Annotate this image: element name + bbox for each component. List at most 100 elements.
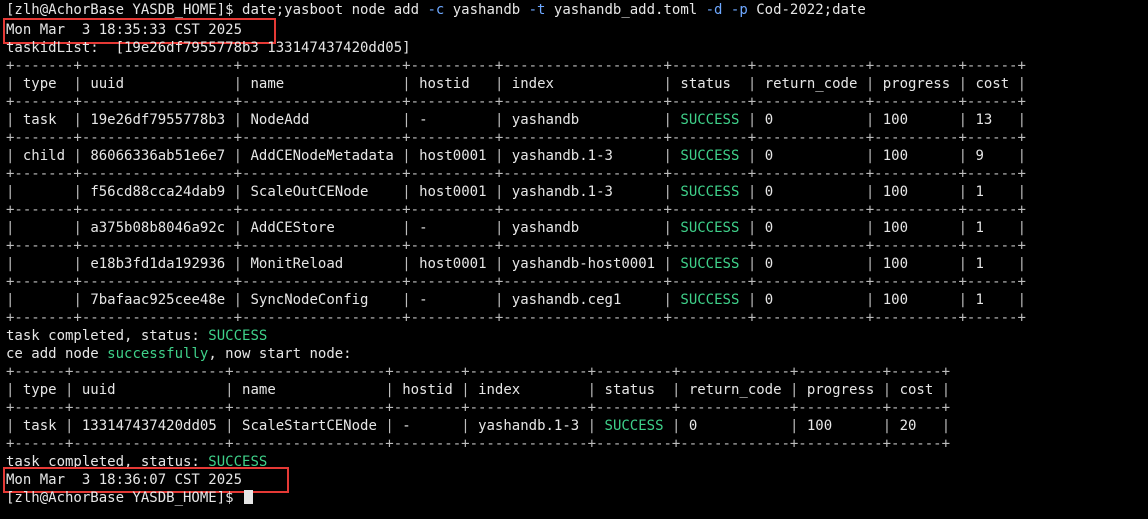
end-date: Mon Mar 3 18:36:07 CST 2025 bbox=[6, 472, 243, 488]
table-border: +------+------------------+-------------… bbox=[6, 400, 951, 416]
cell-name: NodeAdd bbox=[242, 112, 403, 128]
table-border: +-------+------------------+------------… bbox=[6, 166, 1026, 182]
header-hostid: hostid bbox=[410, 76, 495, 92]
column-separator: | bbox=[663, 256, 672, 272]
cell-name: SyncNodeConfig bbox=[242, 292, 403, 308]
column-separator: | bbox=[402, 220, 411, 236]
cell-return-code: 0 bbox=[756, 292, 866, 308]
cell-return-code: 0 bbox=[756, 184, 866, 200]
cell-cost: 20 bbox=[891, 418, 942, 434]
table-row: | | f56cd88cca24dab9 | ScaleOutCENode | … bbox=[6, 184, 1026, 200]
cell-uuid: 133147437420dd05 bbox=[73, 418, 226, 434]
cell-return-code: 0 bbox=[756, 220, 866, 236]
cell-hostid: - bbox=[410, 292, 495, 308]
cell-return-code: 0 bbox=[756, 112, 866, 128]
status-success: SUCCESS bbox=[208, 328, 268, 344]
column-separator: | bbox=[1017, 76, 1027, 92]
cell-status: SUCCESS bbox=[671, 148, 748, 164]
cell-index: yashandb.1-3 bbox=[469, 418, 588, 434]
cursor bbox=[244, 490, 254, 504]
table-border: +-------+------------------+------------… bbox=[6, 238, 1026, 254]
cell-type: task bbox=[14, 112, 74, 128]
column-separator: | bbox=[1017, 112, 1027, 128]
cell-type bbox=[14, 292, 73, 308]
cell-status: SUCCESS bbox=[671, 256, 748, 272]
cell-status: SUCCESS bbox=[671, 184, 748, 200]
cell-uuid: 86066336ab51e6e7 bbox=[81, 148, 234, 164]
cell-type: task bbox=[14, 418, 66, 434]
table-border: +-------+------------------+------------… bbox=[6, 58, 1026, 74]
column-separator: | bbox=[233, 292, 243, 308]
column-separator: | bbox=[402, 76, 411, 92]
table-header-row: | type | uuid | name | hostid | index | … bbox=[6, 76, 1026, 92]
column-separator: | bbox=[1017, 256, 1027, 272]
column-separator: | bbox=[587, 418, 597, 434]
table-border: +-------+------------------+------------… bbox=[6, 202, 1026, 218]
cell-hostid: - bbox=[410, 112, 495, 128]
header-type: type bbox=[14, 382, 66, 398]
start-date: Mon Mar 3 18:35:33 CST 2025 bbox=[6, 22, 243, 38]
column-separator: | bbox=[958, 256, 968, 272]
cell-name: ScaleOutCENode bbox=[242, 184, 403, 200]
column-separator: | bbox=[1017, 184, 1027, 200]
column-separator: | bbox=[747, 76, 757, 92]
cell-uuid: 19e26df7955778b3 bbox=[81, 112, 234, 128]
cell-cost: 1 bbox=[967, 184, 1018, 200]
cell-hostid: - bbox=[410, 220, 495, 236]
status-success: SUCCESS bbox=[208, 454, 268, 470]
column-separator: | bbox=[73, 112, 82, 128]
cell-return-code: 0 bbox=[756, 256, 866, 272]
column-separator: | bbox=[747, 112, 757, 128]
column-separator: | bbox=[747, 292, 757, 308]
cell-status: SUCCESS bbox=[671, 220, 748, 236]
header-index: index bbox=[503, 76, 664, 92]
cell-progress: 100 bbox=[874, 220, 959, 236]
column-separator: | bbox=[402, 256, 411, 272]
table-row: | task | 19e26df7955778b3 | NodeAdd | - … bbox=[6, 112, 1026, 128]
column-separator: | bbox=[73, 256, 82, 272]
cell-index: yashandb.1-3 bbox=[503, 184, 664, 200]
cell-type: child bbox=[14, 148, 74, 164]
column-separator: | bbox=[663, 76, 672, 92]
final-prompt-line[interactable]: [zlh@AchorBase YASDB_HOME]$ bbox=[6, 490, 254, 506]
header-hostid: hostid bbox=[393, 382, 462, 398]
table-header-row: | type | uuid | name | hostid | index | … bbox=[6, 382, 950, 398]
column-separator: | bbox=[958, 148, 968, 164]
column-separator: | bbox=[941, 418, 951, 434]
tasklist-line: taskidList: [19e26df7955778b3 1331474374… bbox=[6, 40, 411, 56]
cell-type bbox=[14, 256, 73, 272]
column-separator: | bbox=[385, 382, 394, 398]
column-separator: | bbox=[882, 382, 892, 398]
cell-cost: 1 bbox=[967, 220, 1018, 236]
cell-uuid: 7bafaac925cee48e bbox=[81, 292, 234, 308]
column-separator: | bbox=[233, 256, 243, 272]
column-separator: | bbox=[747, 148, 757, 164]
column-separator: | bbox=[958, 76, 968, 92]
cell-index: yashandb.ceg1 bbox=[503, 292, 664, 308]
cell-uuid: e18b3fd1da192936 bbox=[81, 256, 234, 272]
terminal-window[interactable]: [zlh@AchorBase YASDB_HOME]$ date;yasboot… bbox=[0, 0, 1148, 519]
column-separator: | bbox=[385, 418, 394, 434]
table-border: +------+------------------+-------------… bbox=[6, 436, 951, 452]
cell-progress: 100 bbox=[874, 112, 959, 128]
column-separator: | bbox=[1017, 220, 1027, 236]
column-separator: | bbox=[225, 418, 234, 434]
cell-uuid: f56cd88cca24dab9 bbox=[81, 184, 234, 200]
column-separator: | bbox=[73, 148, 82, 164]
cell-progress: 100 bbox=[874, 184, 959, 200]
column-separator: | bbox=[747, 184, 757, 200]
prompt: [zlh@AchorBase YASDB_HOME]$ bbox=[6, 490, 243, 506]
command-line: [zlh@AchorBase YASDB_HOME]$ date;yasboot… bbox=[6, 2, 866, 18]
header-uuid: uuid bbox=[81, 76, 234, 92]
column-separator: | bbox=[1017, 292, 1027, 308]
ce-add-line: ce add node successfully, now start node… bbox=[6, 346, 352, 362]
column-separator: | bbox=[1017, 148, 1027, 164]
task-completed-1: task completed, status: SUCCESS bbox=[6, 328, 268, 344]
cell-name: AddCEStore bbox=[242, 220, 403, 236]
column-separator: | bbox=[233, 184, 243, 200]
cell-progress: 100 bbox=[874, 256, 959, 272]
cell-index: yashandb bbox=[503, 220, 664, 236]
table-border: +-------+------------------+------------… bbox=[6, 130, 1026, 146]
cell-status: SUCCESS bbox=[671, 292, 748, 308]
column-separator: | bbox=[941, 382, 951, 398]
